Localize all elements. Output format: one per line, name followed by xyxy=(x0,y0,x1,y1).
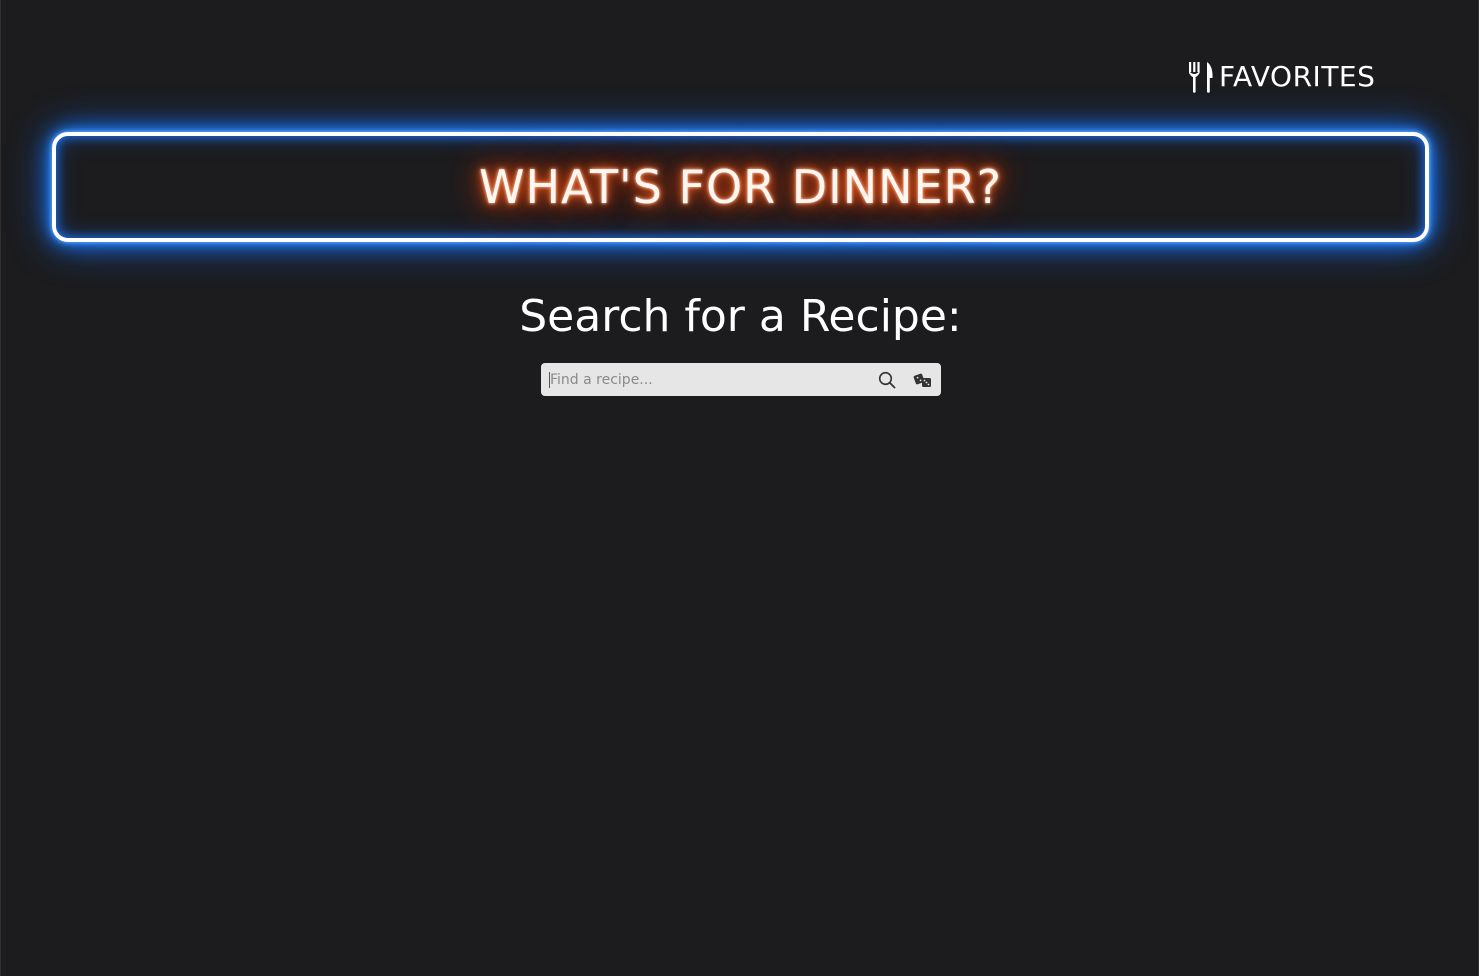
search-input[interactable] xyxy=(549,371,869,388)
search-icon xyxy=(878,371,896,388)
utensils-icon xyxy=(1187,60,1215,94)
favorites-label: FAVORITES xyxy=(1219,60,1376,93)
search-button[interactable] xyxy=(869,363,905,396)
search-bar xyxy=(541,363,941,396)
page: FAVORITES WHAT'S FOR DINNER? Search for … xyxy=(0,0,1479,976)
random-recipe-button[interactable] xyxy=(905,363,941,396)
favorites-link[interactable]: FAVORITES xyxy=(1187,58,1375,96)
title-banner: WHAT'S FOR DINNER? xyxy=(52,132,1429,242)
page-title: WHAT'S FOR DINNER? xyxy=(478,160,1003,214)
search-heading: Search for a Recipe: xyxy=(519,291,962,342)
dice-icon xyxy=(913,373,931,387)
